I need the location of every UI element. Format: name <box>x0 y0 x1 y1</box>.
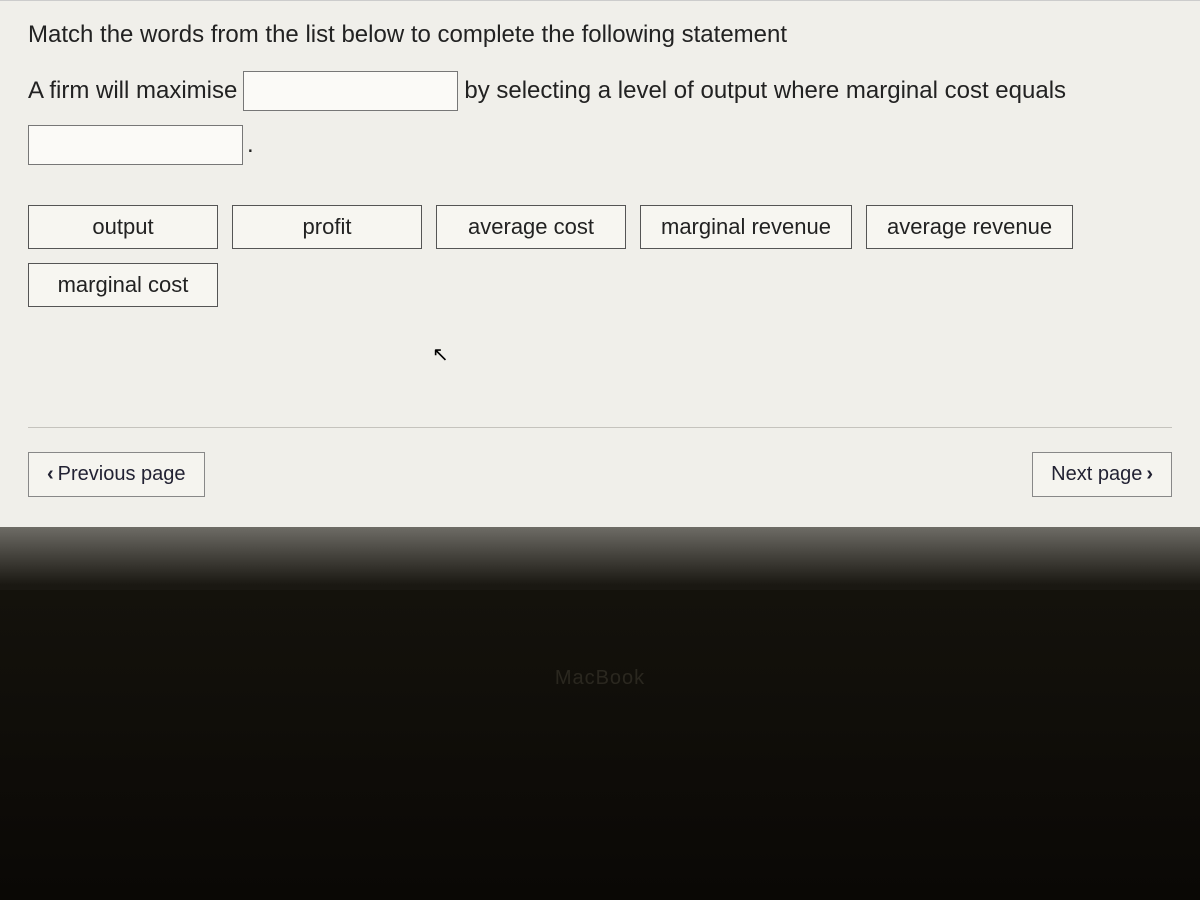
device-label: MacBook <box>555 667 645 690</box>
chevron-left-icon: ‹ <box>47 463 54 486</box>
word-chip-marginal-revenue[interactable]: marginal revenue <box>640 205 852 249</box>
statement-part-2: by selecting a level of output where mar… <box>464 77 1066 105</box>
word-chip-marginal-cost[interactable]: marginal cost <box>28 263 218 307</box>
statement-period: . <box>247 131 254 159</box>
quiz-panel: Match the words from the list below to c… <box>0 0 1200 527</box>
word-bank: output profit average cost marginal reve… <box>28 205 1172 307</box>
next-label: Next page <box>1051 463 1142 486</box>
instruction-text: Match the words from the list below to c… <box>28 21 1172 49</box>
statement-line-2: . <box>28 125 1172 165</box>
word-chip-output[interactable]: output <box>28 205 218 249</box>
statement-line-1: A firm will maximise by selecting a leve… <box>28 71 1172 111</box>
chevron-right-icon: › <box>1146 463 1153 486</box>
drop-target-1[interactable] <box>243 71 458 111</box>
word-chip-average-cost[interactable]: average cost <box>436 205 626 249</box>
word-chip-profit[interactable]: profit <box>232 205 422 249</box>
statement-part-1: A firm will maximise <box>28 77 237 105</box>
next-page-button[interactable]: Next page › <box>1032 452 1172 497</box>
drop-target-2[interactable] <box>28 125 243 165</box>
previous-label: Previous page <box>58 463 186 486</box>
desk-background <box>0 590 1200 900</box>
word-chip-average-revenue[interactable]: average revenue <box>866 205 1073 249</box>
previous-page-button[interactable]: ‹ Previous page <box>28 452 205 497</box>
navigation-bar: ‹ Previous page Next page › <box>28 427 1172 497</box>
